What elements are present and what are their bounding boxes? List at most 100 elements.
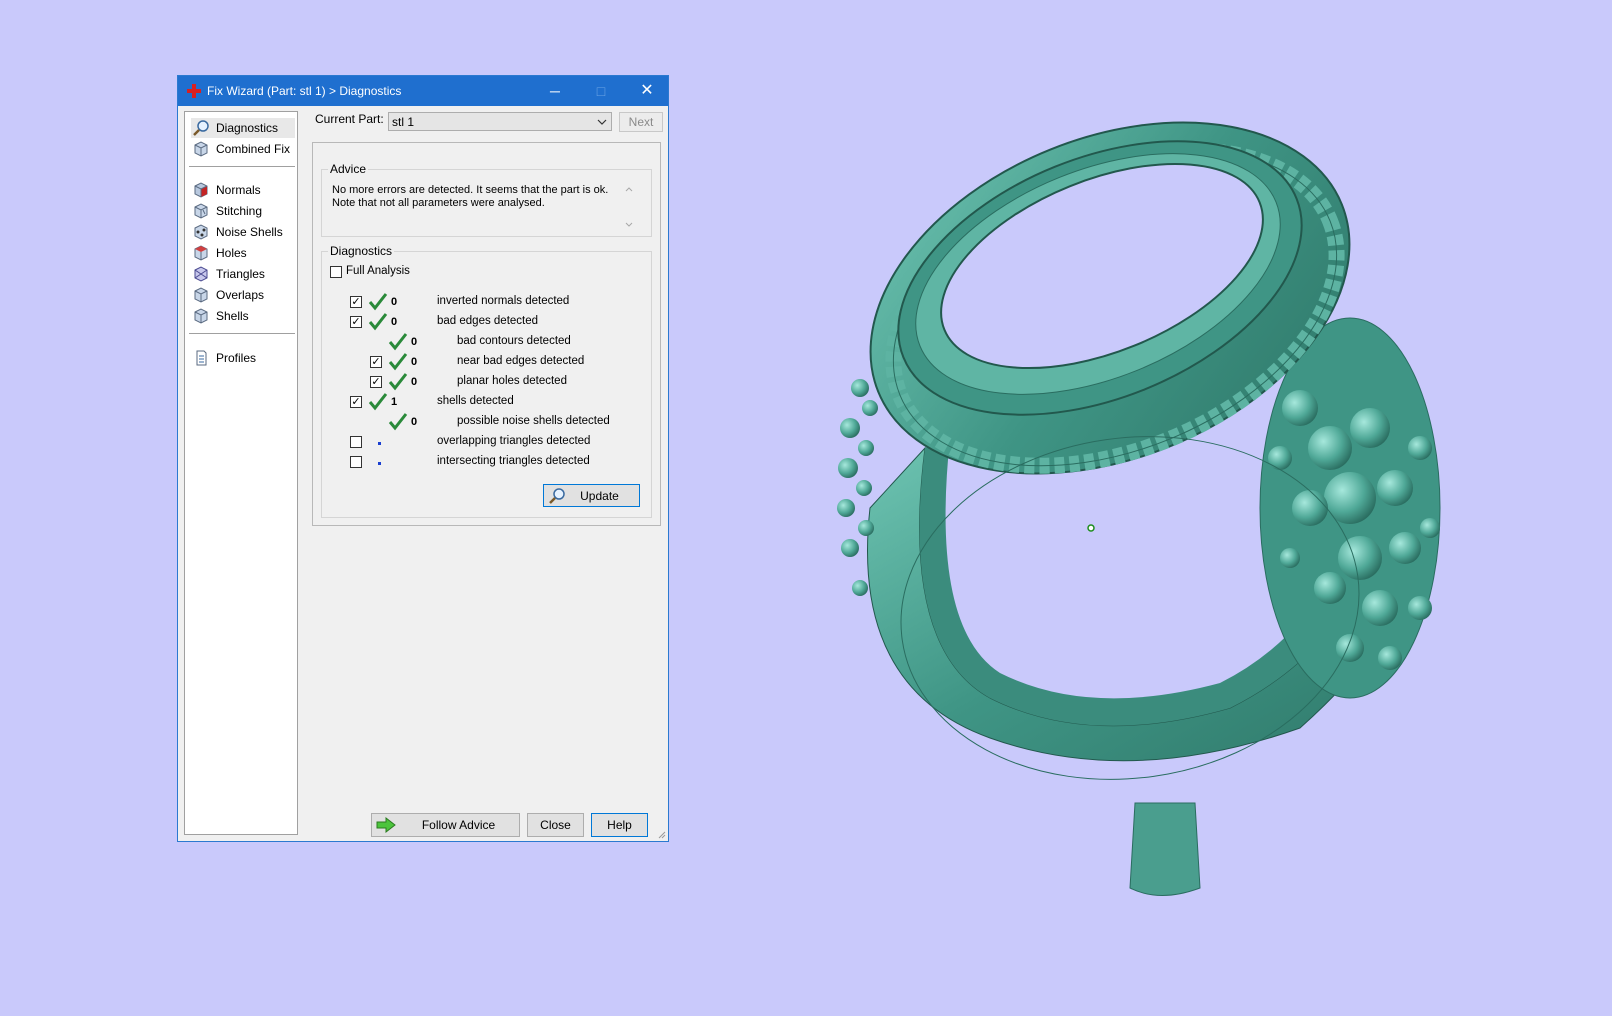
bad-edges-checkbox[interactable]: ✓ xyxy=(350,316,362,328)
ok-check-icon xyxy=(388,373,408,391)
row-label: near bad edges detected xyxy=(457,355,585,367)
sidebar-item-triangles[interactable]: Triangles xyxy=(191,264,295,284)
not-analysed-dot xyxy=(378,462,381,465)
cube-icon xyxy=(194,141,208,157)
diagnostics-title: Diagnostics xyxy=(328,244,395,258)
red-cross-icon xyxy=(187,84,201,98)
intersecting-triangles-checkbox[interactable] xyxy=(350,456,362,468)
row-count: 0 xyxy=(391,316,398,328)
current-part-label: Current Part: xyxy=(315,112,384,126)
checkbox-tick: ✓ xyxy=(371,376,381,388)
sidebar-divider xyxy=(189,166,295,167)
resize-grip-icon[interactable] xyxy=(656,829,666,839)
sidebar-item-diagnostics[interactable]: Diagnostics xyxy=(191,118,295,138)
3d-viewport[interactable]: Fix Wizard (Part: stl 1) > Diagnostics ─… xyxy=(0,0,1612,1016)
ok-check-icon xyxy=(388,413,408,431)
magnifier-icon xyxy=(193,120,209,136)
holes-cube-icon xyxy=(194,245,208,261)
row-count: 0 xyxy=(411,376,418,388)
row-label: overlapping triangles detected xyxy=(437,435,591,447)
sidebar-item-label: Stitching xyxy=(216,204,263,218)
sidebar-item-label: Triangles xyxy=(216,267,265,281)
advice-scrollbar[interactable] xyxy=(622,183,636,231)
sidebar-item-label: Holes xyxy=(216,246,247,260)
ok-check-icon xyxy=(368,393,388,411)
ok-check-icon xyxy=(388,353,408,371)
follow-advice-label: Follow Advice xyxy=(421,818,496,832)
sidebar-item-label: Combined Fix xyxy=(216,142,291,156)
sidebar-item-label: Diagnostics xyxy=(216,121,279,135)
scroll-arrows-icon xyxy=(625,187,633,227)
maximize-button[interactable]: □ xyxy=(578,76,624,106)
sidebar-item-label: Profiles xyxy=(216,351,257,365)
sidebar-item-holes[interactable]: Holes xyxy=(191,243,295,263)
ok-check-icon xyxy=(368,313,388,331)
sidebar-item-overlaps[interactable]: Overlaps xyxy=(191,285,295,305)
help-button[interactable]: Help xyxy=(591,813,648,837)
update-label: Update xyxy=(580,489,619,503)
sidebar-item-label: Normals xyxy=(216,183,261,197)
row-label: inverted normals detected xyxy=(437,295,570,307)
current-part-select[interactable]: stl 1 xyxy=(388,112,612,131)
row-count: 0 xyxy=(411,336,418,348)
row-label: shells detected xyxy=(437,395,514,407)
sidebar-item-label: Overlaps xyxy=(216,288,265,302)
inverted-normals-checkbox[interactable]: ✓ xyxy=(350,296,362,308)
fix-wizard-dialog: Fix Wizard (Part: stl 1) > Diagnostics ─… xyxy=(177,75,669,842)
current-part-value: stl 1 xyxy=(392,115,415,129)
sidebar-item-noise-shells[interactable]: Noise Shells xyxy=(191,222,295,242)
sidebar-item-combined-fix[interactable]: Combined Fix xyxy=(191,139,295,159)
sidebar-item-shells[interactable]: Shells xyxy=(191,306,295,326)
checkbox-tick: ✓ xyxy=(351,296,361,308)
row-count: 0 xyxy=(411,356,418,368)
row-count: 0 xyxy=(391,296,398,308)
planar-holes-checkbox[interactable]: ✓ xyxy=(370,376,382,388)
shells-icon xyxy=(194,308,208,324)
ok-check-icon xyxy=(368,293,388,311)
row-label: possible noise shells detected xyxy=(457,415,610,427)
not-analysed-dot xyxy=(378,442,381,445)
sidebar-item-stitching[interactable]: Stitching xyxy=(191,201,295,221)
advice-line: Note that not all parameters were analys… xyxy=(332,197,545,209)
normals-cube-icon xyxy=(194,182,208,198)
close-window-button[interactable]: ✕ xyxy=(624,76,670,106)
row-label: planar holes detected xyxy=(457,375,567,387)
document-icon xyxy=(196,350,207,366)
checkbox-tick: ✓ xyxy=(351,396,361,408)
shells-checkbox[interactable]: ✓ xyxy=(350,396,362,408)
update-button[interactable]: Update xyxy=(543,484,640,507)
row-label: intersecting triangles detected xyxy=(437,455,590,467)
row-label: bad contours detected xyxy=(457,335,571,347)
sidebar-item-profiles[interactable]: Profiles xyxy=(191,348,295,368)
row-label: bad edges detected xyxy=(437,315,539,327)
advice-group: Advice No more errors are detected. It s… xyxy=(321,162,652,237)
ring-3d-model[interactable] xyxy=(830,88,1480,928)
window-title: Fix Wizard (Part: stl 1) > Diagnostics xyxy=(207,84,402,98)
full-analysis-checkbox[interactable] xyxy=(330,266,342,278)
triangles-icon xyxy=(194,266,208,282)
sidebar: Diagnostics Combined Fix Normals Stitchi… xyxy=(184,111,298,835)
green-arrow-icon xyxy=(376,816,396,834)
advice-title: Advice xyxy=(328,162,369,176)
follow-advice-button[interactable]: Follow Advice xyxy=(371,813,520,837)
full-analysis-label: Full Analysis xyxy=(346,265,410,277)
sidebar-item-normals[interactable]: Normals xyxy=(191,180,295,200)
sidebar-item-label: Noise Shells xyxy=(216,225,283,239)
overlapping-triangles-checkbox[interactable] xyxy=(350,436,362,448)
next-button[interactable]: Next xyxy=(619,112,663,132)
checkbox-tick: ✓ xyxy=(371,356,381,368)
close-button[interactable]: Close xyxy=(527,813,584,837)
title-bar[interactable]: Fix Wizard (Part: stl 1) > Diagnostics ─… xyxy=(178,76,668,106)
minimize-button[interactable]: ─ xyxy=(532,76,578,106)
sidebar-item-label: Shells xyxy=(216,309,249,323)
sidebar-divider xyxy=(189,333,295,334)
chevron-down-icon xyxy=(597,119,607,125)
checkbox-tick: ✓ xyxy=(351,316,361,328)
row-count: 1 xyxy=(391,396,398,408)
noise-shells-icon xyxy=(194,224,208,240)
advice-line: No more errors are detected. It seems th… xyxy=(332,184,609,196)
row-count: 0 xyxy=(411,416,418,428)
near-bad-edges-checkbox[interactable]: ✓ xyxy=(370,356,382,368)
advice-text: No more errors are detected. It seems th… xyxy=(332,184,612,210)
ok-check-icon xyxy=(388,333,408,351)
